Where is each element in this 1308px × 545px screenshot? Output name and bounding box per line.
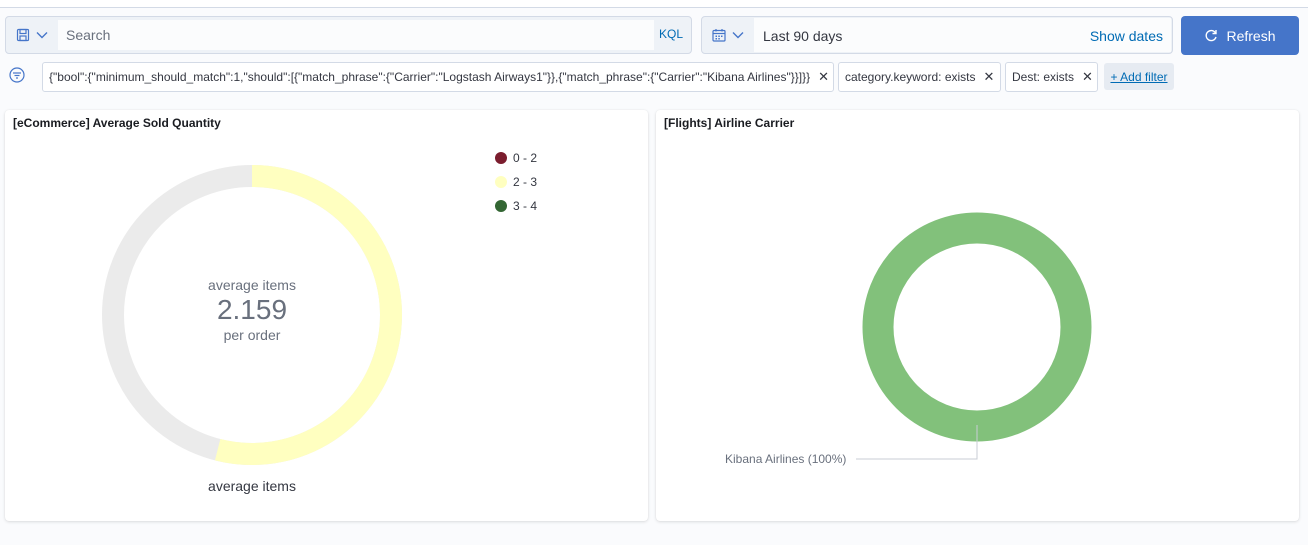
close-icon[interactable]: ✕ <box>1082 69 1093 85</box>
filter-pill-label: Dest: exists <box>1012 70 1075 84</box>
filter-pill[interactable]: Dest: exists ✕ <box>1005 62 1098 92</box>
gauge-label-top: average items <box>208 277 296 293</box>
search-input[interactable] <box>58 20 654 50</box>
query-bar: KQL <box>5 16 692 54</box>
chevron-down-icon <box>732 32 744 39</box>
chevron-down-icon <box>36 32 48 39</box>
legend-label: 0 - 2 <box>513 151 538 165</box>
saved-query-button[interactable] <box>6 17 58 53</box>
query-language-toggle[interactable]: KQL <box>659 27 683 41</box>
filter-pill[interactable]: category.keyword: exists ✕ <box>838 62 1001 92</box>
top-nav-edge <box>0 0 1308 8</box>
date-range-field[interactable]: Last 90 days Show dates <box>754 18 1171 52</box>
date-range-text: Last 90 days <box>763 28 843 44</box>
legend-color-dot <box>495 152 507 164</box>
gauge-caption: average items <box>208 478 296 494</box>
pie-slice-label: Kibana Airlines (100%) <box>725 452 847 466</box>
quick-date-menu-button[interactable] <box>702 17 754 53</box>
gauge-legend: 0 - 2 2 - 3 3 - 4 <box>495 146 537 218</box>
gauge-label-bottom: per order <box>223 327 281 343</box>
close-icon[interactable]: ✕ <box>818 69 829 85</box>
gauge-value: 2.159 <box>216 294 288 325</box>
date-picker: Last 90 days Show dates <box>701 16 1173 54</box>
legend-item[interactable]: 0 - 2 <box>495 146 537 170</box>
filter-pill[interactable]: {"bool":{"minimum_should_match":1,"shoul… <box>42 62 834 92</box>
pie-slice[interactable] <box>862 212 1092 442</box>
close-icon[interactable]: ✕ <box>984 69 995 85</box>
legend-color-dot <box>495 176 507 188</box>
legend-label: 3 - 4 <box>513 199 538 213</box>
filter-pill-label: category.keyword: exists <box>845 70 976 84</box>
save-icon <box>16 28 30 42</box>
add-filter-button[interactable]: + Add filter <box>1104 63 1174 90</box>
refresh-icon <box>1206 29 1218 41</box>
dashboard-panel-average-sold-quantity: [eCommerce] Average Sold Quantity 0 - 2 … <box>5 110 648 521</box>
calendar-icon <box>712 29 726 42</box>
legend-color-dot <box>495 200 507 212</box>
refresh-label: Refresh <box>1226 27 1276 44</box>
refresh-button[interactable]: Refresh <box>1181 16 1299 55</box>
legend-item[interactable]: 3 - 4 <box>495 194 537 218</box>
panel-title: [eCommerce] Average Sold Quantity <box>13 116 221 130</box>
dashboard-panel-airline-carrier: [Flights] Airline Carrier Kibana Airline… <box>656 110 1299 521</box>
filter-pill-label: {"bool":{"minimum_should_match":1,"shoul… <box>49 70 811 84</box>
filter-menu-icon[interactable] <box>9 67 25 83</box>
legend-item[interactable]: 2 - 3 <box>495 170 537 194</box>
show-dates-button[interactable]: Show dates <box>1090 28 1163 44</box>
legend-label: 2 - 3 <box>513 175 538 189</box>
